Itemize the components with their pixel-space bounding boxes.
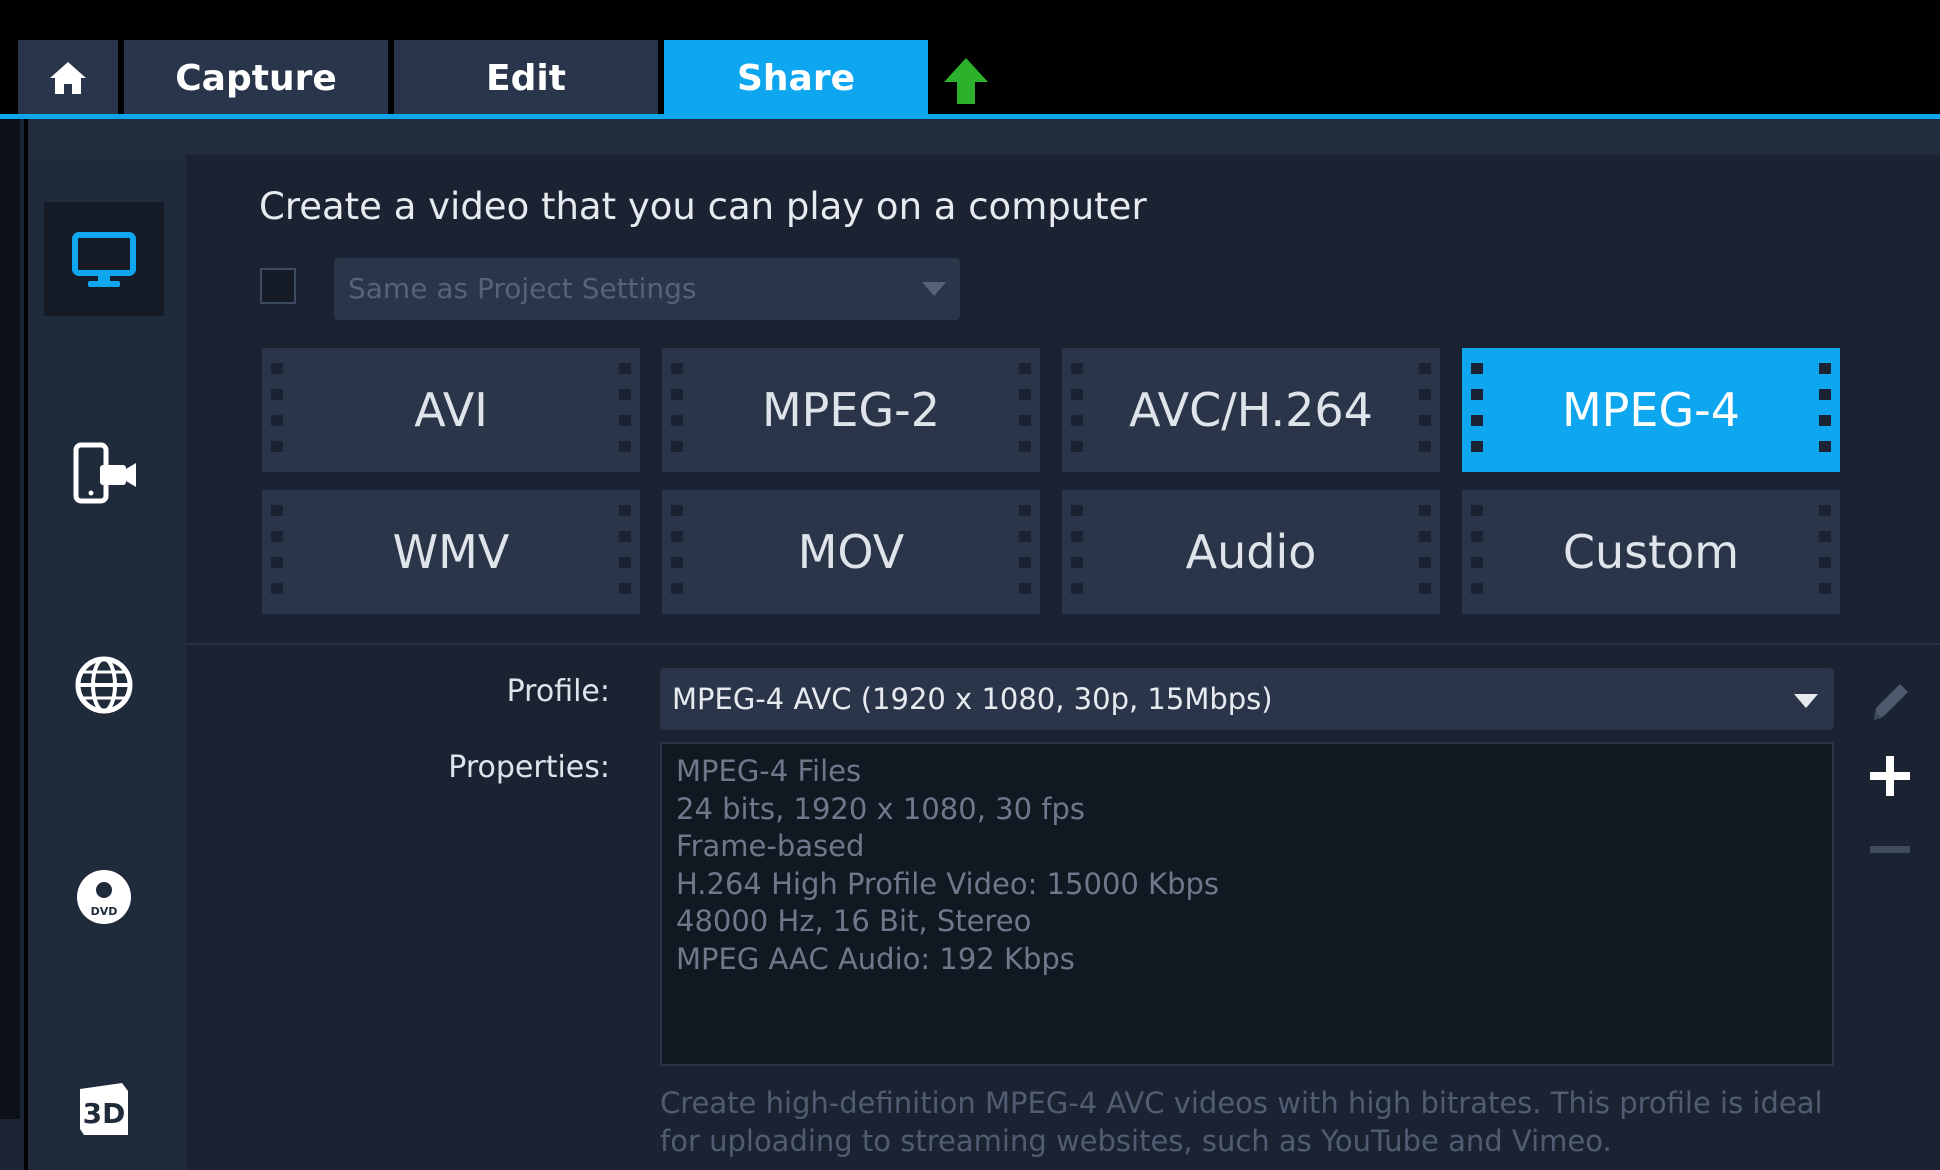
film-rail-right [1010, 490, 1040, 614]
film-rail-right [610, 348, 640, 472]
format-label: AVC/H.264 [1092, 348, 1410, 472]
top-tab-bar: Capture Edit Share [0, 0, 1940, 119]
profile-value: MPEG-4 AVC (1920 x 1080, 30p, 15Mbps) [672, 682, 1273, 716]
tab-home[interactable] [18, 40, 118, 116]
film-rail-left [662, 348, 692, 472]
globe-icon [75, 656, 133, 714]
format-label: MPEG-2 [692, 348, 1010, 472]
section-divider [186, 643, 1940, 645]
format-avi[interactable]: AVI [262, 348, 640, 472]
film-rail-left [1462, 490, 1492, 614]
3d-icon: 3D [80, 1083, 128, 1135]
profile-description: Create high-definition MPEG-4 AVC videos… [660, 1086, 1823, 1158]
format-label: MPEG-4 [1492, 348, 1810, 472]
svg-text:DVD: DVD [91, 905, 118, 918]
film-rail-right [1810, 348, 1840, 472]
film-rail-right [1810, 490, 1840, 614]
chevron-down-icon [1794, 694, 1818, 708]
format-label: WMV [292, 490, 610, 614]
format-avc-h264[interactable]: AVC/H.264 [1062, 348, 1440, 472]
film-rail-right [1410, 490, 1440, 614]
properties-box: MPEG-4 Files 24 bits, 1920 x 1080, 30 fp… [660, 742, 1834, 1066]
remove-profile-button[interactable] [1866, 826, 1914, 874]
sidebar-item-3d[interactable]: 3D [44, 1052, 164, 1166]
format-label: Custom [1492, 490, 1810, 614]
format-mpeg2[interactable]: MPEG-2 [662, 348, 1040, 472]
property-line: H.264 High Profile Video: 15000 Kbps [676, 867, 1219, 901]
film-rail-left [262, 348, 292, 472]
svg-text:3D: 3D [83, 1097, 126, 1130]
left-edge-scrollbar[interactable] [0, 119, 20, 1119]
same-as-project-label: Same as Project Settings [348, 272, 697, 305]
property-line: MPEG-4 Files [676, 754, 862, 788]
format-label: AVI [292, 348, 610, 472]
format-label: Audio [1092, 490, 1410, 614]
remove-minus-icon [1870, 846, 1910, 853]
home-icon [50, 62, 86, 94]
edit-pencil-icon [1874, 684, 1908, 720]
film-rail-left [1462, 348, 1492, 472]
property-line: Frame-based [676, 829, 865, 863]
tab-capture[interactable]: Capture [124, 40, 388, 116]
format-label: MOV [692, 490, 1010, 614]
film-rail-left [262, 490, 292, 614]
format-mov[interactable]: MOV [662, 490, 1040, 614]
format-custom[interactable]: Custom [1462, 490, 1840, 614]
tab-share[interactable]: Share [664, 40, 928, 116]
dvd-disc-icon: DVD [77, 870, 131, 924]
film-rail-right [1010, 348, 1040, 472]
tab-edit[interactable]: Edit [394, 40, 658, 116]
format-mpeg4[interactable]: MPEG-4 [1462, 348, 1840, 472]
film-rail-right [610, 490, 640, 614]
page-title: Create a video that you can play on a co… [259, 185, 1147, 228]
edit-profile-button[interactable] [1866, 676, 1914, 724]
film-rail-right [1410, 348, 1440, 472]
format-wmv[interactable]: WMV [262, 490, 640, 614]
property-line: MPEG AAC Audio: 192 Kbps [676, 942, 1075, 976]
sidebar-item-computer[interactable] [44, 202, 164, 316]
add-plus-icon [1870, 756, 1910, 796]
same-as-project-dropdown[interactable]: Same as Project Settings [334, 258, 960, 320]
format-audio[interactable]: Audio [1062, 490, 1440, 614]
computer-monitor-icon [72, 232, 136, 287]
sidebar-item-device[interactable] [44, 416, 164, 530]
profile-dropdown[interactable]: MPEG-4 AVC (1920 x 1080, 30p, 15Mbps) [660, 668, 1834, 730]
film-rail-left [1062, 490, 1092, 614]
property-line: 24 bits, 1920 x 1080, 30 fps [676, 792, 1085, 826]
upload-arrow-icon[interactable] [940, 56, 992, 106]
profile-label: Profile: [506, 674, 610, 709]
same-as-project-checkbox[interactable] [260, 268, 296, 304]
sidebar-item-disc[interactable]: DVD [44, 840, 164, 954]
property-line: 48000 Hz, 16 Bit, Stereo [676, 904, 1032, 938]
film-rail-left [1062, 348, 1092, 472]
sidebar-item-web[interactable] [44, 628, 164, 742]
add-profile-button[interactable] [1866, 752, 1914, 800]
film-rail-left [662, 490, 692, 614]
properties-label: Properties: [448, 750, 610, 785]
mobile-device-icon [73, 442, 136, 504]
chevron-down-icon [922, 282, 946, 296]
